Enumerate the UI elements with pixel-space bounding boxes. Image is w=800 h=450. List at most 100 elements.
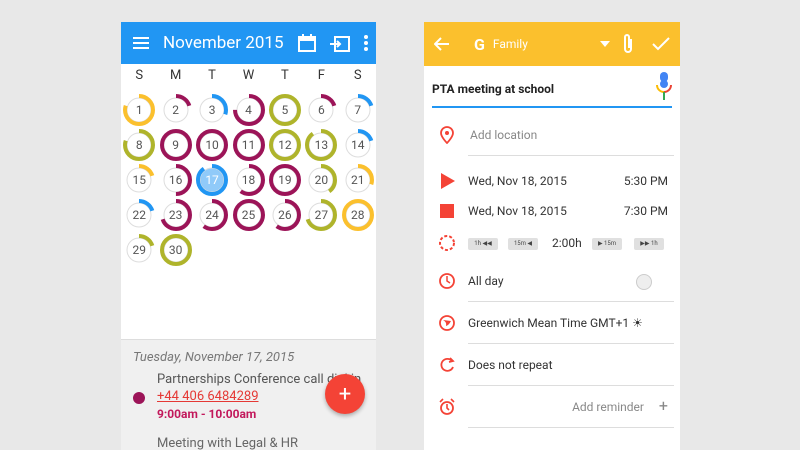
calendar-day[interactable]: 26 bbox=[267, 197, 303, 233]
microphone-icon[interactable] bbox=[656, 72, 672, 102]
add-event-button[interactable]: + bbox=[325, 374, 365, 414]
weekday-label: S bbox=[353, 67, 362, 83]
day-number: 29 bbox=[132, 243, 146, 257]
month-title[interactable]: November 2015 bbox=[163, 33, 298, 53]
calendar-day[interactable]: 29 bbox=[121, 232, 157, 268]
menu-icon[interactable] bbox=[133, 36, 149, 50]
start-date[interactable]: Wed, Nov 18, 2015 bbox=[468, 174, 567, 188]
calendar-day[interactable]: 25 bbox=[231, 197, 267, 233]
location-placeholder: Add location bbox=[470, 128, 538, 142]
location-row[interactable]: Add location bbox=[424, 116, 680, 156]
calendar-day[interactable]: 19 bbox=[267, 162, 303, 198]
calendar-selector[interactable]: Family bbox=[493, 37, 600, 51]
day-number: 20 bbox=[314, 173, 329, 187]
duration-row: 1h ◀◀ 15m ◀ 2:00h ▶ 15m ▶▶ 1h bbox=[424, 224, 680, 264]
calendar-day[interactable]: 6 bbox=[303, 92, 339, 128]
calendar-day[interactable]: 11 bbox=[231, 127, 267, 163]
weekday-label: S bbox=[135, 67, 144, 83]
day-number: 26 bbox=[278, 208, 292, 222]
day-number: 27 bbox=[314, 208, 329, 222]
day-number: 11 bbox=[241, 138, 256, 152]
save-check-icon[interactable] bbox=[652, 37, 670, 51]
calendar-day[interactable]: 30 bbox=[158, 232, 194, 268]
calendar-day[interactable]: 1 bbox=[121, 92, 157, 128]
day-number: 28 bbox=[351, 208, 365, 222]
calendar-day[interactable]: 15 bbox=[121, 162, 157, 198]
calendar-day[interactable]: 28 bbox=[340, 197, 376, 233]
duration-value: 2:00h bbox=[552, 236, 582, 250]
back-arrow-icon[interactable] bbox=[434, 37, 450, 51]
repeat-icon bbox=[440, 357, 455, 372]
day-number: 6 bbox=[317, 103, 325, 117]
repeat-row[interactable]: Does not repeat bbox=[424, 346, 680, 386]
calendar-day[interactable]: 23 bbox=[158, 197, 194, 233]
divider bbox=[468, 155, 674, 156]
calendar-day[interactable]: 22 bbox=[121, 197, 157, 233]
calendar-view-icon[interactable] bbox=[298, 34, 316, 52]
calendar-app-bar: November 2015 bbox=[121, 22, 376, 64]
edit-event-app-bar: G Family bbox=[424, 22, 680, 66]
day-number: 3 bbox=[208, 103, 216, 117]
calendar-day[interactable]: 14 bbox=[340, 127, 376, 163]
timezone-row[interactable]: Greenwich Mean Time GMT+1 ☀ bbox=[424, 304, 680, 344]
calendar-day[interactable]: 9 bbox=[158, 127, 194, 163]
day-number: 5 bbox=[281, 103, 289, 117]
minus-15m-button[interactable]: 15m ◀ bbox=[508, 238, 538, 250]
day-number: 22 bbox=[132, 208, 146, 222]
more-options-icon[interactable] bbox=[364, 35, 368, 51]
go-to-today-icon[interactable] bbox=[330, 34, 350, 52]
all-day-label: All day bbox=[468, 274, 504, 288]
plus-1h-button[interactable]: ▶▶ 1h bbox=[634, 238, 664, 250]
agenda-event[interactable]: Meeting with Legal & HR bbox=[157, 436, 298, 450]
day-number: 2 bbox=[172, 103, 180, 117]
calendar-day[interactable]: 27 bbox=[303, 197, 339, 233]
day-number: 21 bbox=[351, 173, 365, 187]
calendar-day[interactable]: 2 bbox=[158, 92, 194, 128]
calendar-day[interactable]: 20 bbox=[303, 162, 339, 198]
end-time[interactable]: 7:30 PM bbox=[624, 204, 668, 218]
divider bbox=[468, 301, 674, 302]
timezone-value: Greenwich Mean Time GMT+1 ☀ bbox=[468, 316, 643, 330]
day-number: 7 bbox=[354, 103, 362, 117]
all-day-row[interactable]: All day bbox=[424, 262, 680, 302]
calendar-day[interactable]: 4 bbox=[231, 92, 267, 128]
calendar-day[interactable]: 24 bbox=[194, 197, 230, 233]
day-number: 9 bbox=[172, 138, 180, 152]
start-time[interactable]: 5:30 PM bbox=[624, 174, 668, 188]
attachment-icon[interactable] bbox=[622, 33, 634, 55]
day-number: 24 bbox=[205, 208, 219, 222]
day-number: 18 bbox=[241, 173, 256, 187]
weekday-label: M bbox=[169, 67, 182, 83]
calendar-day[interactable]: 7 bbox=[340, 92, 376, 128]
divider bbox=[468, 385, 674, 386]
event-title-field[interactable]: PTA meeting at school bbox=[432, 72, 672, 108]
reminder-row[interactable]: Add reminder + bbox=[424, 388, 680, 428]
day-number: 8 bbox=[135, 138, 143, 152]
all-day-toggle[interactable] bbox=[636, 274, 652, 290]
globe-icon bbox=[439, 315, 455, 331]
calendar-day[interactable]: 12 bbox=[267, 127, 303, 163]
calendar-day[interactable]: 8 bbox=[121, 127, 157, 163]
add-reminder-button[interactable]: + bbox=[659, 396, 668, 415]
day-number: 17 bbox=[205, 173, 219, 187]
calendar-day[interactable]: 17 bbox=[194, 162, 230, 198]
all-day-clock-icon bbox=[439, 273, 455, 289]
end-date[interactable]: Wed, Nov 18, 2015 bbox=[468, 204, 567, 218]
edit-event-screen: G Family PTA meeting at school Add locat… bbox=[424, 22, 680, 450]
calendar-day[interactable]: 18 bbox=[231, 162, 267, 198]
calendar-day[interactable]: 10 bbox=[194, 127, 230, 163]
minus-1h-button[interactable]: 1h ◀◀ bbox=[468, 238, 498, 250]
calendar-day[interactable]: 21 bbox=[340, 162, 376, 198]
day-number: 15 bbox=[132, 173, 146, 187]
calendar-day[interactable]: 3 bbox=[194, 92, 230, 128]
weekday-label: T bbox=[208, 67, 216, 83]
plus-15m-button[interactable]: ▶ 15m bbox=[592, 238, 622, 250]
calendar-day[interactable]: 5 bbox=[267, 92, 303, 128]
calendar-day[interactable]: 16 bbox=[158, 162, 194, 198]
day-number: 13 bbox=[314, 138, 329, 152]
dropdown-arrow-icon[interactable] bbox=[600, 41, 610, 47]
location-pin-icon bbox=[440, 126, 454, 144]
calendar-day[interactable]: 13 bbox=[303, 127, 339, 163]
google-calendar-icon: G bbox=[474, 34, 485, 54]
day-number: 12 bbox=[278, 138, 292, 152]
